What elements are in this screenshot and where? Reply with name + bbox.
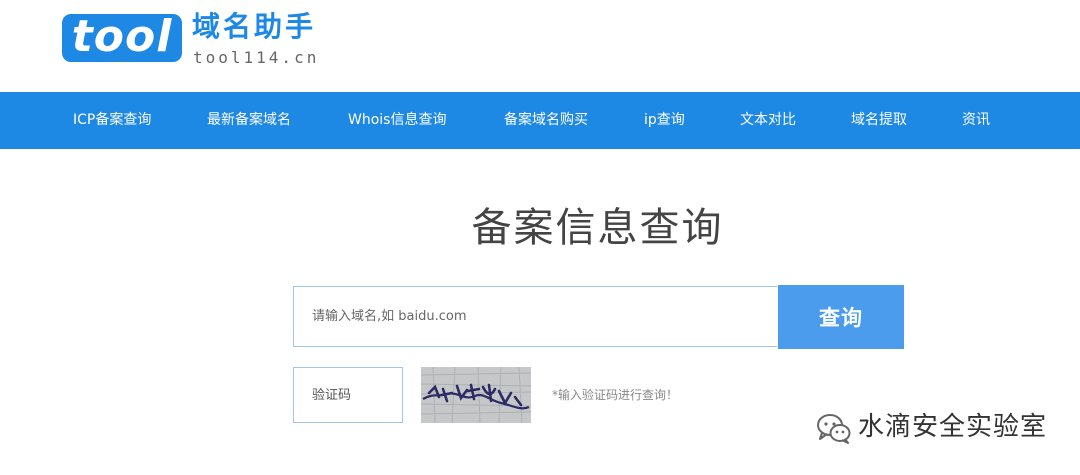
captcha-hint: *输入验证码进行查询！ <box>552 388 679 402</box>
page-title: 备案信息查询 <box>471 205 724 251</box>
nav-item-news[interactable]: 资讯 <box>962 92 990 149</box>
logo-badge[interactable]: tool <box>62 14 182 62</box>
main-nav: ICP备案查询 最新备案域名 Whois信息查询 备案域名购买 ip查询 文本对… <box>0 92 1080 149</box>
domain-search-input[interactable] <box>293 286 777 347</box>
nav-item-domain-extract[interactable]: 域名提取 <box>851 92 907 149</box>
nav-item-buy-domain[interactable]: 备案域名购买 <box>504 92 588 149</box>
logo-title[interactable]: 域名助手 <box>192 10 316 44</box>
captcha-image[interactable] <box>421 367 531 423</box>
captcha-graphic <box>421 367 531 423</box>
nav-item-ip-query[interactable]: ip查询 <box>644 92 685 149</box>
nav-item-whois[interactable]: Whois信息查询 <box>348 92 446 149</box>
nav-item-latest-domains[interactable]: 最新备案域名 <box>207 92 291 149</box>
site-header: tool 域名助手 tool114.cn <box>0 0 1080 92</box>
captcha-input[interactable] <box>293 367 403 423</box>
wechat-icon <box>817 414 851 444</box>
query-button[interactable]: 查询 <box>778 285 904 349</box>
watermark-text: 水滴安全实验室 <box>858 412 1048 442</box>
nav-item-icp-query[interactable]: ICP备案查询 <box>73 92 151 149</box>
nav-item-text-compare[interactable]: 文本对比 <box>740 92 796 149</box>
logo-domain: tool114.cn <box>193 48 320 67</box>
